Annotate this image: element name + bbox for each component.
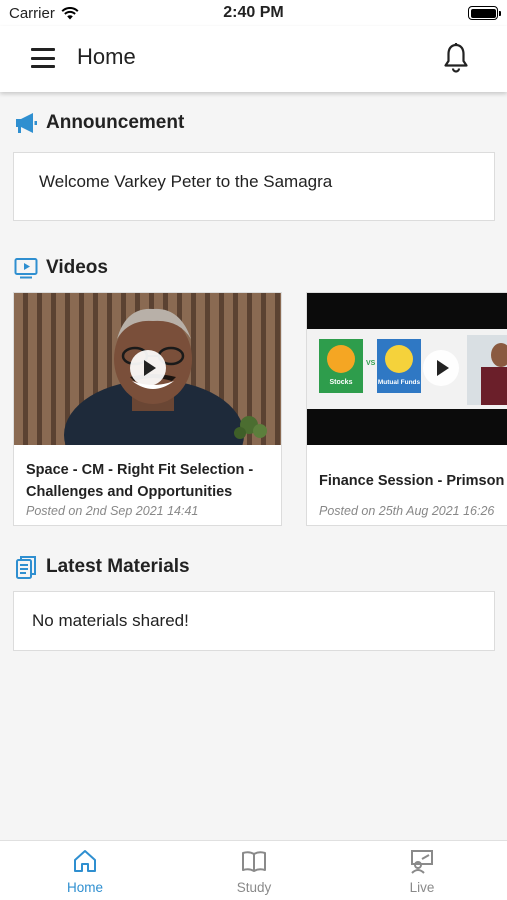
hamburger-menu-icon[interactable]	[31, 48, 55, 68]
video-thumbnail: Stocks VS Mutual Funds	[307, 293, 507, 445]
tab-study-label: Study	[236, 880, 272, 895]
slide-area: Stocks VS Mutual Funds	[307, 329, 507, 409]
video-play-icon	[14, 258, 38, 279]
status-time: 2:40 PM	[223, 4, 284, 21]
video-posted-date: Posted on 2nd Sep 2021 14:41	[26, 504, 199, 518]
announcement-heading: Announcement	[46, 112, 185, 133]
play-button[interactable]	[130, 350, 166, 386]
tab-live-label: Live	[409, 880, 435, 895]
announcement-section-header: Announcement	[14, 111, 184, 135]
mutual-funds-label: Mutual Funds	[377, 379, 421, 386]
app-header: Home	[0, 26, 507, 92]
bottom-tab-bar: Home Study Live	[0, 840, 507, 900]
battery-icon	[468, 6, 501, 20]
stocks-card: Stocks	[319, 339, 363, 393]
tab-home[interactable]: Home	[35, 847, 135, 895]
videos-section-header: Videos	[14, 256, 108, 280]
tab-study[interactable]: Study	[204, 847, 304, 895]
video-card[interactable]: Space - CM - Right Fit Selection - Chall…	[13, 292, 282, 526]
presenter-inset	[467, 335, 507, 405]
stocks-label: Stocks	[329, 379, 353, 386]
materials-card: No materials shared!	[13, 591, 495, 651]
mutual-funds-card: Mutual Funds	[377, 339, 421, 393]
home-icon	[74, 850, 96, 872]
vs-label: VS	[366, 360, 376, 367]
materials-section-header: Latest Materials	[14, 555, 190, 579]
announcement-text: Welcome Varkey Peter to the Samagra	[39, 172, 333, 191]
videos-heading: Videos	[46, 257, 108, 278]
tab-live[interactable]: Live	[372, 847, 472, 895]
video-thumbnail	[14, 293, 281, 445]
tab-home-label: Home	[66, 880, 103, 895]
materials-empty-text: No materials shared!	[32, 611, 189, 630]
video-posted-date: Posted on 25th Aug 2021 16:26	[319, 504, 495, 518]
page-title: Home	[77, 44, 136, 69]
notification-bell-icon[interactable]	[442, 42, 470, 74]
materials-icon	[16, 556, 36, 579]
megaphone-icon	[16, 113, 37, 133]
status-bar: Carrier 2:40 PM	[0, 0, 507, 26]
materials-heading: Latest Materials	[46, 556, 190, 577]
play-button[interactable]	[423, 350, 459, 386]
announcement-card: Welcome Varkey Peter to the Samagra	[13, 152, 495, 221]
book-icon	[242, 851, 266, 872]
live-class-icon	[411, 850, 433, 874]
video-title: Space - CM - Right Fit Selection - Chall…	[26, 462, 254, 500]
video-title: Finance Session - Primson	[319, 473, 505, 489]
video-card[interactable]: Stocks VS Mutual Funds Finance Session -…	[306, 292, 507, 526]
